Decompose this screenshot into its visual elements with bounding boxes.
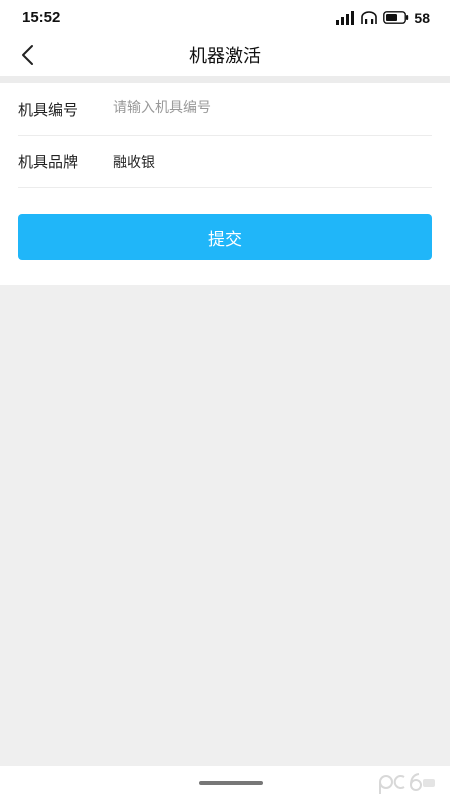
signal-icon: [336, 10, 355, 25]
device-number-label: 机具编号: [18, 101, 79, 119]
nav-bar: 机器激活: [0, 34, 450, 76]
hd-icon: [361, 10, 378, 24]
status-time: 15:52: [22, 9, 61, 26]
page-title: 机器激活: [189, 46, 261, 67]
device-number-input[interactable]: [113, 95, 423, 121]
home-indicator[interactable]: [199, 781, 263, 785]
submit-button[interactable]: 提交: [18, 214, 432, 260]
battery-icon: [383, 11, 409, 24]
battery-level: 58: [414, 9, 430, 26]
status-icons: 58: [336, 9, 430, 26]
system-nav-bar: [0, 766, 450, 800]
status-bar: 15:52 58: [0, 0, 450, 34]
device-brand-row: 机具品牌 融收银: [18, 135, 432, 188]
pc6-logo-icon: [379, 773, 435, 794]
device-brand-value: 融收银: [113, 155, 155, 171]
section-divider: [0, 76, 450, 83]
activation-form: 机具编号 机具品牌 融收银 提交: [0, 83, 450, 285]
watermark-logo: [378, 766, 436, 800]
device-number-row: 机具编号: [18, 83, 432, 136]
device-brand-label: 机具品牌: [18, 153, 79, 171]
